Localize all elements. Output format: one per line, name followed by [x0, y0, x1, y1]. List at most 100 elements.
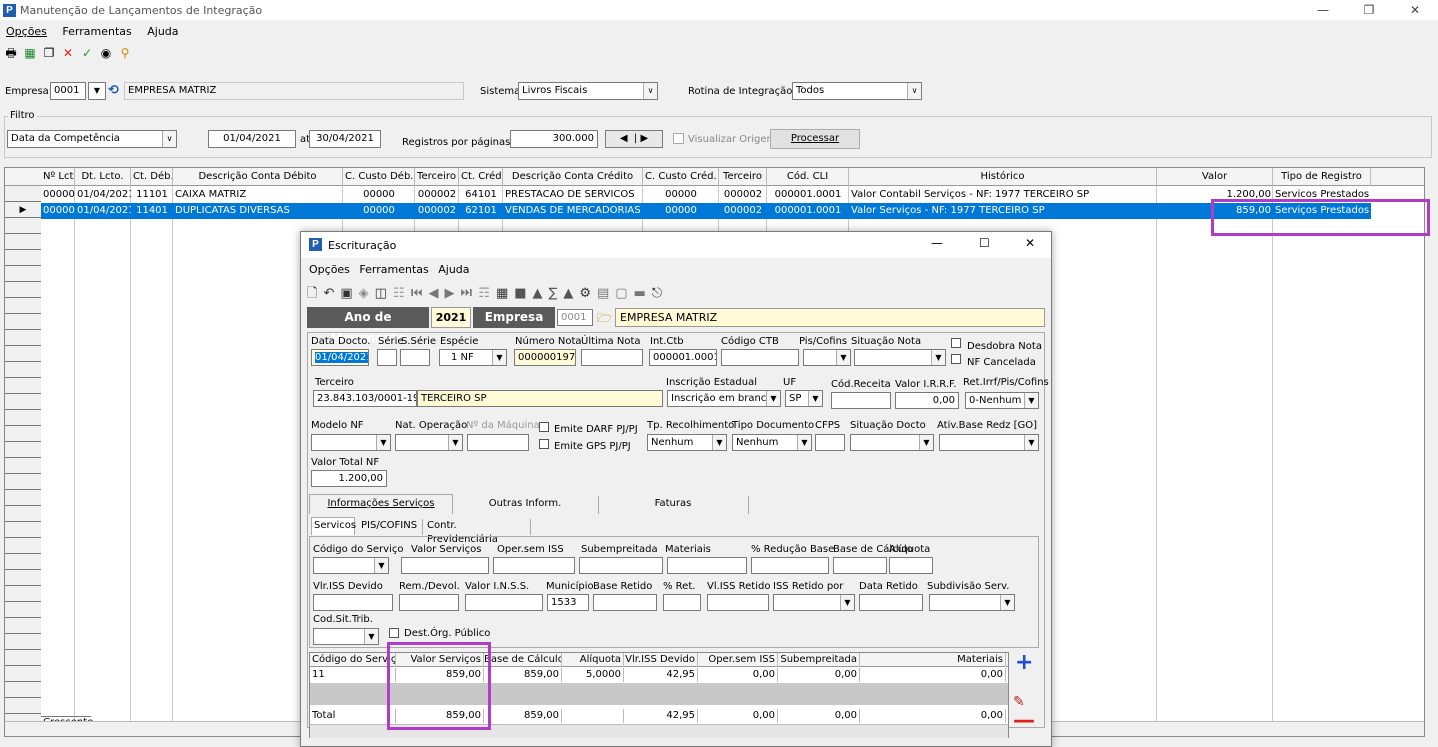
uf-select[interactable]: SP ▼ — [785, 390, 823, 407]
row-marker[interactable] — [5, 554, 41, 570]
dialog-close-button[interactable]: ✕ — [1025, 236, 1035, 250]
subtab-contr-previdenciaria[interactable]: Contr. Previdenciária — [423, 519, 531, 545]
binoculars-icon[interactable]: ◉ — [98, 45, 114, 61]
rotina-select[interactable]: Todos ∨ — [792, 82, 922, 100]
valor-irrf-field[interactable]: 0,00 — [895, 392, 959, 409]
grid-header-cc-cred[interactable]: C. Custo Créd. — [643, 168, 719, 186]
cod-receita-field[interactable] — [831, 392, 891, 409]
pct-ret-field[interactable] — [663, 594, 701, 611]
subdivisao-select[interactable]: ▼ — [929, 594, 1015, 611]
row-marker[interactable] — [5, 506, 41, 522]
dest-org-checkbox[interactable] — [389, 628, 399, 638]
folder-icon[interactable]: 🗁 — [597, 309, 612, 330]
row-marker[interactable] — [5, 682, 41, 698]
table-row[interactable]: 0000002201/04/2021 11401 DUPLICATAS DIVERS… — [41, 203, 1371, 219]
row-marker[interactable] — [5, 394, 41, 410]
grid-header-cod-cli[interactable]: Cód. CLI — [767, 168, 849, 186]
close-button[interactable]: ✕ — [1392, 0, 1438, 20]
truck-icon[interactable]: ▲ — [533, 286, 549, 301]
aliquota-field[interactable] — [889, 557, 933, 574]
row-marker[interactable] — [5, 282, 41, 298]
sistema-select[interactable]: Livros Fiscais ∨ — [518, 82, 658, 100]
next-icon[interactable]: ▶ — [444, 286, 460, 301]
visualizar-checkbox[interactable] — [673, 133, 684, 144]
tipo-documento-select[interactable]: Nenhum ▼ — [732, 434, 812, 451]
servicos-header-subempreitada[interactable]: Subempreitada — [778, 653, 860, 667]
pager-stepper[interactable]: ◀ | ▶ — [605, 130, 663, 148]
row-marker[interactable] — [5, 490, 41, 506]
row-marker[interactable] — [5, 250, 41, 266]
nat-operacao-select[interactable]: ▼ — [395, 434, 463, 451]
base-calculo-field[interactable] — [833, 557, 887, 574]
registros-field[interactable]: 300.000 — [510, 130, 598, 148]
eraser-icon[interactable]: ◈ — [359, 286, 375, 301]
menu-opcoes[interactable]: Opções — [6, 25, 47, 38]
row-marker[interactable] — [5, 538, 41, 554]
grid-header-tipo[interactable]: Tipo de Registro — [1273, 168, 1371, 186]
row-marker[interactable] — [5, 426, 41, 442]
row-marker[interactable] — [5, 698, 41, 714]
delete-icon[interactable]: ✕ — [60, 45, 76, 61]
row-marker[interactable] — [5, 346, 41, 362]
num-maquina-field[interactable] — [467, 434, 529, 451]
grid-header-cc-deb[interactable]: C. Custo Déb. — [343, 168, 415, 186]
row-marker[interactable] — [5, 650, 41, 666]
dialog-empresa-code[interactable]: 0001 — [557, 309, 593, 326]
dialog-maximize-button[interactable]: ☐ — [979, 236, 990, 250]
municipio-field[interactable]: 1533 — [547, 594, 589, 611]
ret-irrf-select[interactable]: 0-Nenhum ▼ — [965, 392, 1039, 409]
row-marker[interactable] — [5, 522, 41, 538]
row-marker[interactable] — [5, 618, 41, 634]
situacao-docto-select[interactable]: ▼ — [850, 434, 934, 451]
cfps-field[interactable] — [815, 434, 845, 451]
refresh-icon[interactable]: ⟲ — [108, 83, 119, 98]
row-marker[interactable] — [5, 586, 41, 602]
subtab-servicos[interactable]: Servicos — [311, 517, 356, 535]
emite-gps-checkbox[interactable] — [539, 439, 549, 449]
date-to-field[interactable]: 30/04/2021 — [309, 130, 381, 148]
terceiro-code-field[interactable]: 23.843.103/0001-19 — [313, 390, 417, 407]
row-marker[interactable] — [5, 666, 41, 682]
serie-field[interactable] — [377, 349, 397, 366]
valor-servicos-field[interactable] — [401, 557, 489, 574]
rem-devol-field[interactable] — [399, 594, 459, 611]
tree-icon[interactable]: ☶ — [478, 286, 496, 301]
base-retido-field[interactable] — [593, 594, 657, 611]
terceiro-name-field[interactable]: TERCEIRO SP — [417, 390, 663, 407]
materiais-field[interactable] — [667, 557, 747, 574]
search-icon[interactable]: ⚲ — [117, 45, 133, 61]
menu-ajuda[interactable]: Ajuda — [147, 25, 178, 38]
servicos-header-oper-sem-iss[interactable]: Oper.sem ISS — [698, 653, 778, 667]
servicos-header-vlr-iss[interactable]: Vlr.ISS Devido — [624, 653, 698, 667]
minimize-button[interactable]: — — [1300, 0, 1346, 20]
empresa-dropdown[interactable]: ▼ — [88, 82, 106, 100]
empresa-code-field[interactable]: 0001 — [50, 82, 86, 100]
data-docto-field[interactable]: 01/04/2021 — [311, 349, 369, 366]
row-marker[interactable] — [5, 458, 41, 474]
tab-faturas[interactable]: Faturas — [599, 496, 749, 514]
situacao-nota-select[interactable]: ▼ — [854, 349, 946, 366]
add-icon[interactable]: + — [1015, 652, 1033, 674]
tab-informacoes-servicos[interactable]: Informações Serviços — [309, 494, 453, 514]
row-marker[interactable] — [5, 234, 41, 250]
last-icon[interactable]: ⏭ — [460, 286, 478, 301]
check-icon[interactable]: ✓ — [79, 45, 95, 61]
row-marker[interactable] — [5, 314, 41, 330]
undo-icon[interactable]: ↶ — [323, 286, 340, 301]
subempreitada-field[interactable] — [579, 557, 663, 574]
pis-cofins-select[interactable]: ▼ — [803, 349, 851, 366]
dialog-minimize-button[interactable]: — — [931, 236, 943, 250]
servicos-header-codigo[interactable]: Código do Serviço — [310, 653, 396, 667]
servicos-header-base-calculo[interactable]: Base de Cálculo — [484, 653, 562, 667]
grid-header-n-lcto[interactable]: Nº Lcto. — [41, 168, 75, 186]
gear-icon[interactable]: ⚙ — [579, 286, 597, 301]
processar-button[interactable]: Processar — [770, 129, 860, 149]
row-marker[interactable] — [5, 362, 41, 378]
codigo-ctb-field[interactable] — [721, 349, 799, 366]
nf-cancelada-checkbox[interactable] — [951, 354, 961, 364]
desdobra-checkbox[interactable] — [951, 338, 961, 348]
valor-total-field[interactable]: 1.200,00 — [311, 470, 387, 487]
row-marker[interactable] — [5, 378, 41, 394]
modelo-nf-select[interactable]: ▼ — [311, 434, 391, 451]
copy-icon[interactable]: ❐ — [41, 45, 57, 61]
